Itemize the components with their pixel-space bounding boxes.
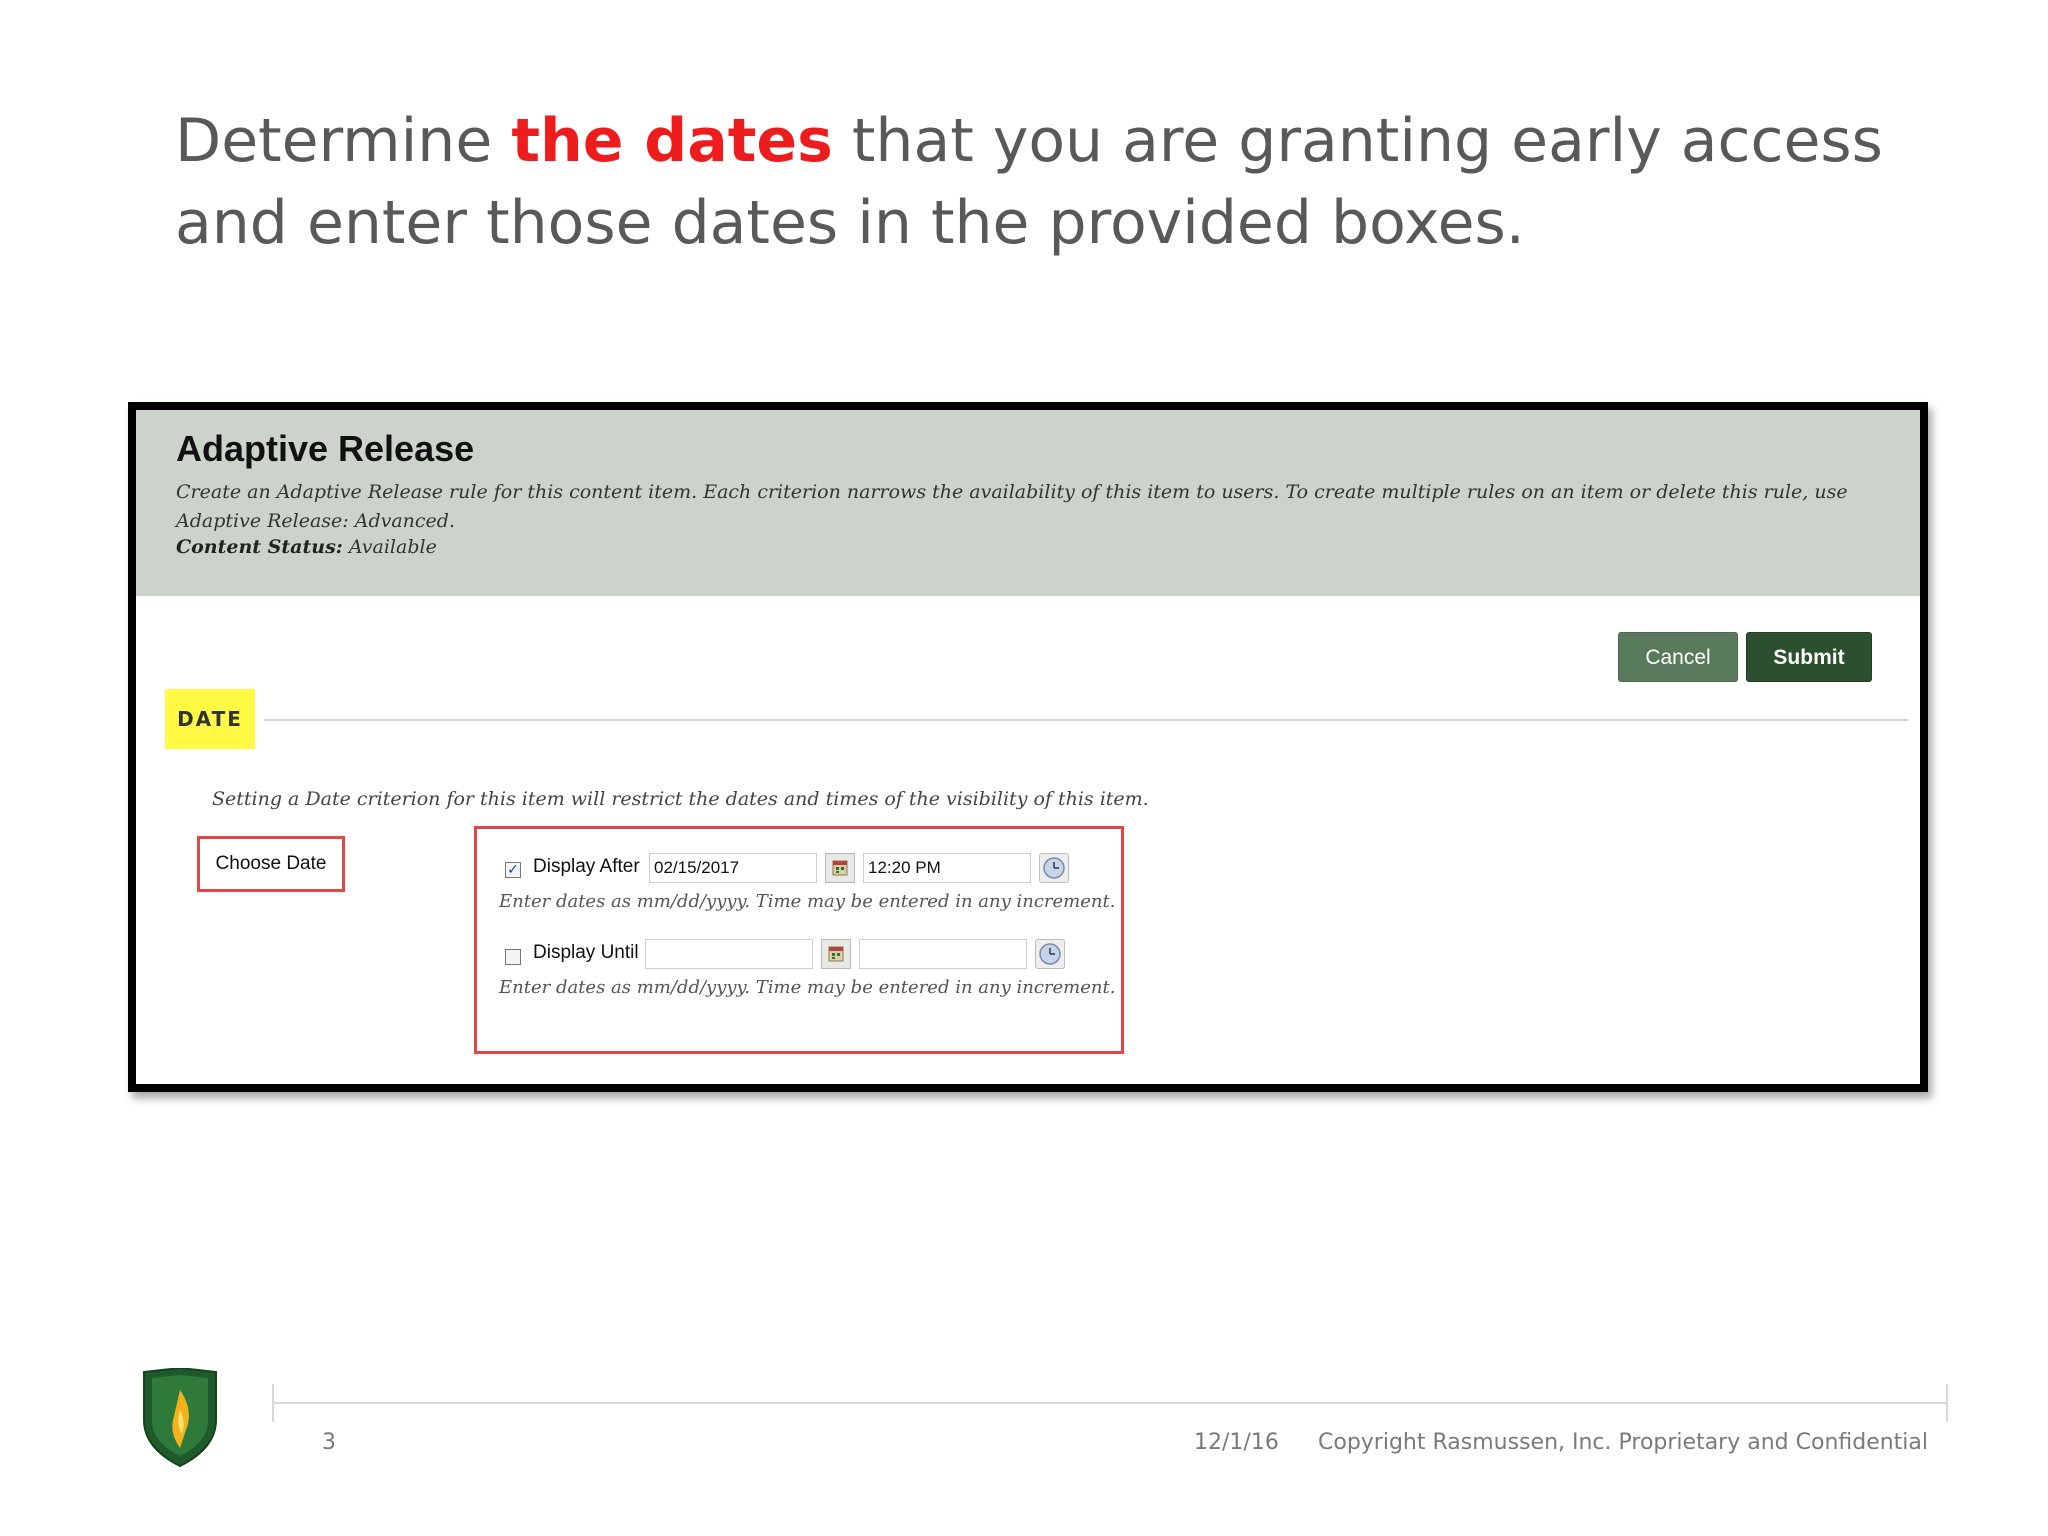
slide-title: Determine the dates that you are grantin… <box>175 100 1915 264</box>
display-after-time-input[interactable] <box>863 853 1031 883</box>
footer-date: 12/1/16 <box>1194 1430 1279 1455</box>
date-fields-callout: ✓ Display After Enter dates as mm/dd/yyy… <box>474 826 1124 1054</box>
display-until-label: Display Until <box>533 942 639 963</box>
footer-copyright: Copyright Rasmussen, Inc. Proprietary an… <box>1318 1430 1929 1455</box>
choose-date-label: Choose Date <box>197 836 345 892</box>
display-after-date-input[interactable] <box>649 853 817 883</box>
cancel-button[interactable]: Cancel <box>1618 632 1738 682</box>
display-after-label: Display After <box>533 856 640 877</box>
section-divider <box>264 719 1908 721</box>
content-status: Content Status: Available <box>176 536 437 558</box>
clock-icon[interactable] <box>1035 939 1065 969</box>
submit-button[interactable]: Submit <box>1746 632 1872 682</box>
calendar-icon[interactable] <box>821 939 851 969</box>
page-description: Create an Adaptive Release rule for this… <box>176 481 1848 532</box>
display-until-date-input[interactable] <box>645 939 813 969</box>
calendar-icon[interactable] <box>825 853 855 883</box>
title-highlight: the dates <box>511 106 833 176</box>
footer-tick-right <box>1946 1384 1948 1422</box>
date-section-badge: DATE <box>165 689 255 749</box>
clock-icon[interactable] <box>1039 853 1069 883</box>
display-until-checkbox[interactable] <box>505 949 521 965</box>
content-status-value: Available <box>348 536 437 558</box>
date-criterion-info: Setting a Date criterion for this item w… <box>212 788 1149 810</box>
rasmussen-logo <box>140 1366 220 1472</box>
display-after-checkbox[interactable]: ✓ <box>505 862 521 878</box>
content-status-label: Content Status: <box>176 536 343 558</box>
display-until-hint: Enter dates as mm/dd/yyyy. Time may be e… <box>499 977 1116 998</box>
page-title: Adaptive Release <box>176 428 475 469</box>
footer-divider <box>272 1402 1948 1404</box>
title-text-before: Determine <box>175 106 512 176</box>
screenshot-frame: Adaptive Release Create an Adaptive Rele… <box>128 402 1928 1092</box>
page-number: 3 <box>322 1430 336 1455</box>
adaptive-release-header: Adaptive Release Create an Adaptive Rele… <box>136 410 1920 596</box>
display-after-hint: Enter dates as mm/dd/yyyy. Time may be e… <box>499 891 1116 912</box>
display-until-time-input[interactable] <box>859 939 1027 969</box>
